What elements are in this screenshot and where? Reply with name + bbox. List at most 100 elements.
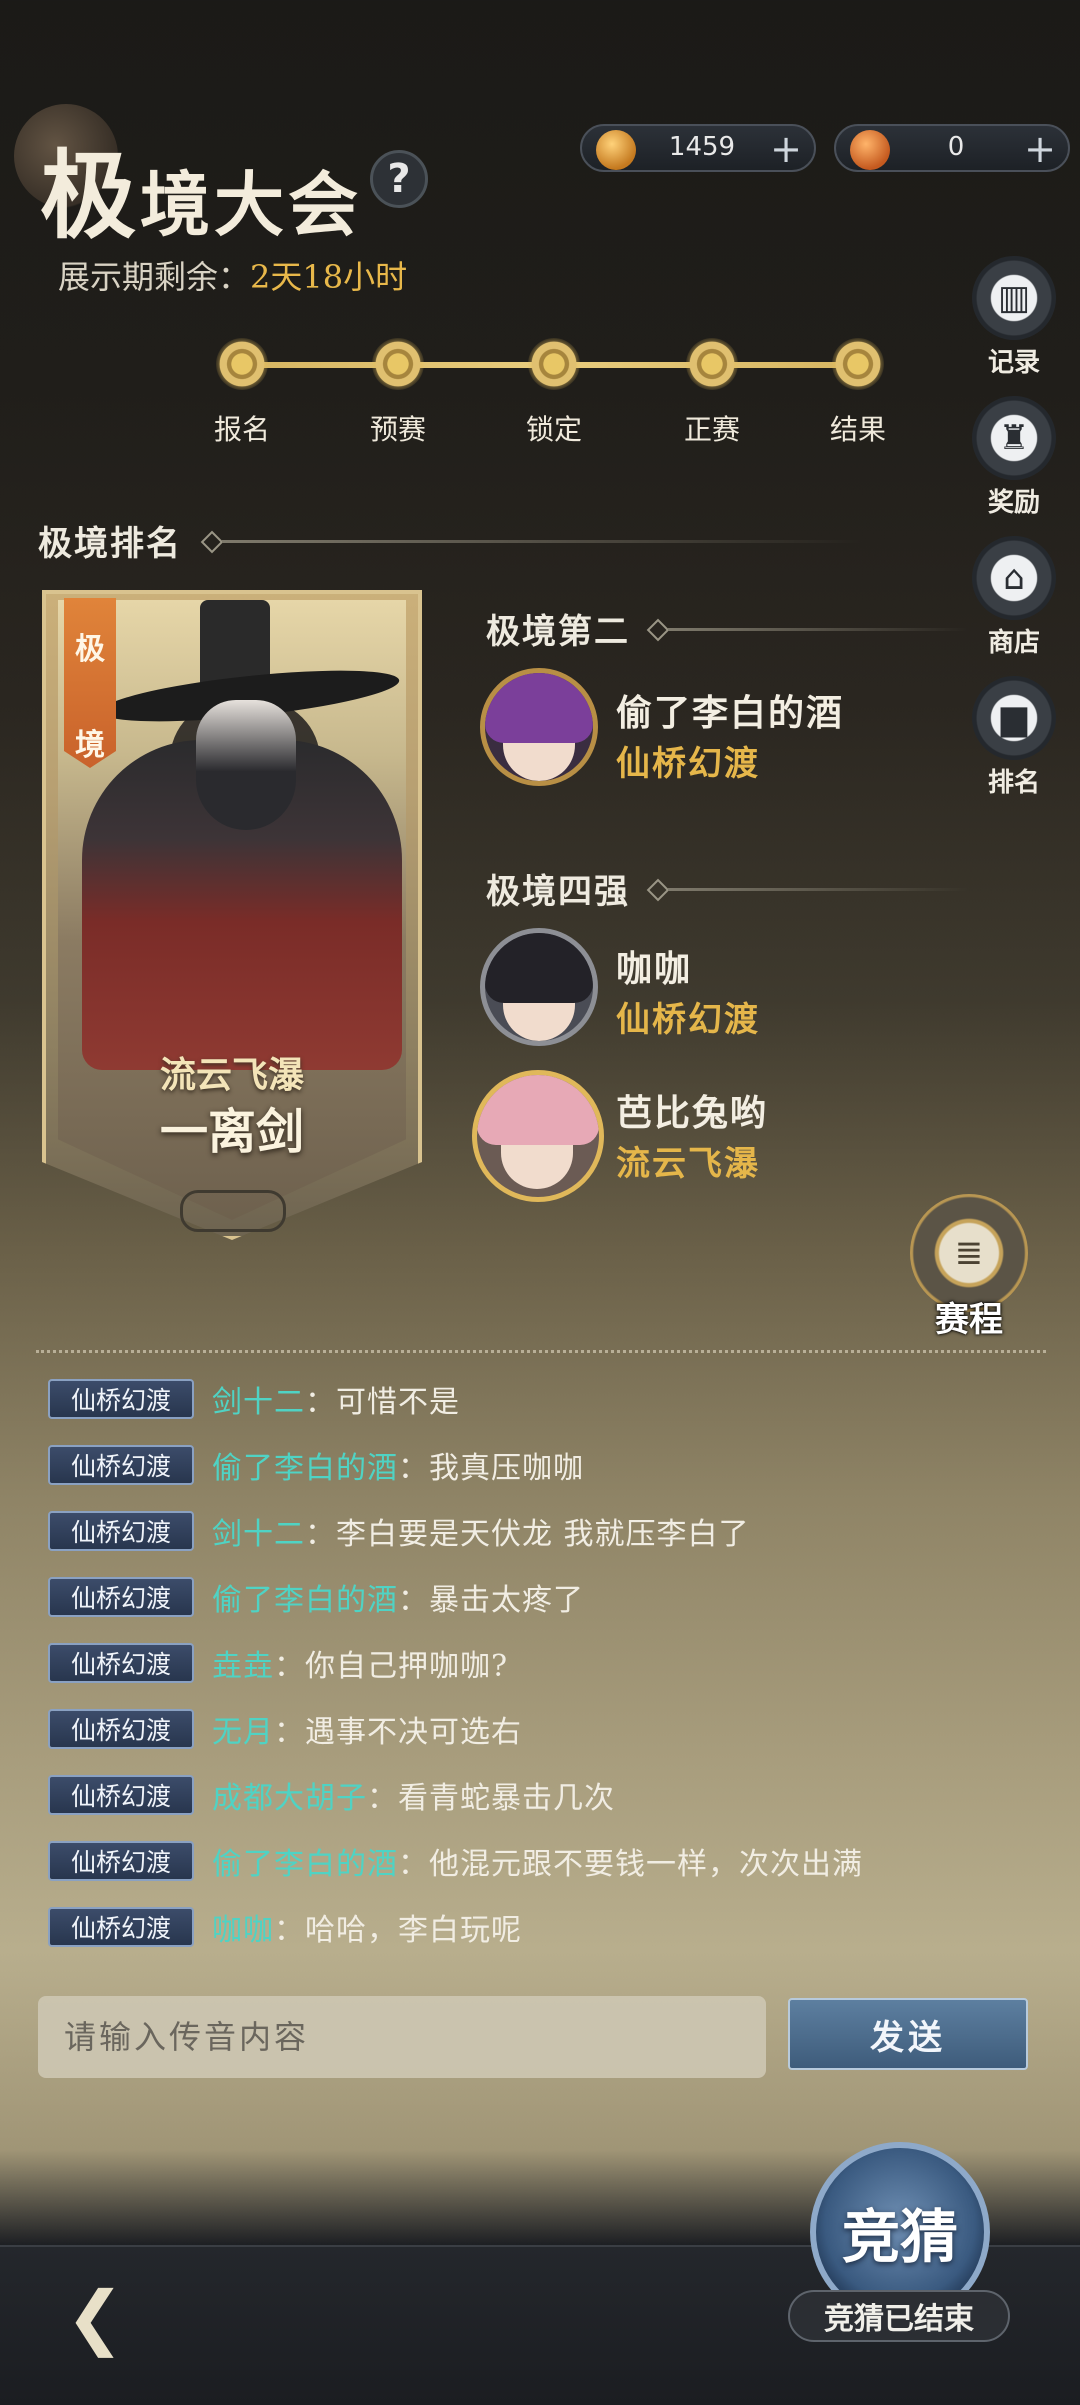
chat-message: 仙桥幻渡 偷了李白的酒：我真压咖咖 (48, 1444, 584, 1486)
champion-server: 流云飞瀑 (159, 1054, 304, 1096)
champion-portrait-face (196, 700, 296, 830)
help-button[interactable]: ? (370, 150, 428, 208)
server-tag: 仙桥幻渡 (48, 1775, 194, 1815)
chat-message: 仙桥幻渡 剑十二：可惜不是 (48, 1378, 460, 1420)
rewards-label: 奖励 (987, 488, 1040, 518)
ranking-label: 排名 (987, 768, 1040, 798)
records-button[interactable]: ▥ (972, 256, 1056, 340)
add-currency-1-button[interactable]: + (770, 126, 802, 172)
chat-sender[interactable]: 剑十二 (212, 1517, 305, 1552)
server-tag: 仙桥幻渡 (48, 1841, 194, 1881)
avatar-hair (485, 673, 593, 743)
rewards-button[interactable]: ♜ (972, 396, 1056, 480)
server-tag: 仙桥幻渡 (48, 1907, 194, 1947)
chat-sender[interactable]: 咖咖 (212, 1913, 274, 1948)
chat-sender[interactable]: 无月 (212, 1715, 274, 1750)
avatar-hair (485, 933, 593, 1003)
stage-label-main: 正赛 (683, 413, 740, 446)
flame-token-icon (850, 130, 890, 170)
add-currency-2-button[interactable]: + (1024, 126, 1056, 172)
chat-text: 可惜不是 (336, 1385, 460, 1420)
money-bag-icon: ♜ (998, 418, 1030, 458)
stage-dot-signup (216, 338, 268, 390)
server-tag: 仙桥幻渡 (48, 1445, 194, 1485)
shop-label: 商店 (987, 628, 1040, 658)
chat-sender[interactable]: 偷了李白的酒 (212, 1847, 398, 1882)
chat-sender[interactable]: 垚垚 (212, 1649, 274, 1684)
guess-status-badge: 竞猜已结束 (788, 2290, 1010, 2342)
second-player-name: 偷了李白的酒 (616, 692, 845, 734)
player-avatar-second[interactable] (480, 668, 598, 786)
send-button[interactable]: 发送 (788, 1998, 1028, 2070)
currency-value-2: 0 (947, 132, 965, 162)
second-place-title: 极境第二 (486, 612, 630, 652)
server-tag: 仙桥幻渡 (48, 1577, 194, 1617)
player-avatar-top4-1[interactable] (480, 928, 598, 1046)
back-button[interactable]: ❮ (40, 2262, 150, 2372)
second-player-server: 仙桥幻渡 (616, 744, 760, 784)
stage-dot-main (686, 338, 738, 390)
chat-sender[interactable]: 偷了李白的酒 (212, 1583, 398, 1618)
stage-dot-lock (528, 338, 580, 390)
records-label: 记录 (987, 348, 1040, 378)
chat-text: 暴击太疼了 (429, 1583, 584, 1618)
chat-message: 仙桥幻渡 垚垚：你自己押咖咖? (48, 1642, 508, 1684)
chat-text: 他混元跟不要钱一样，次次出满 (429, 1847, 863, 1882)
rank-first-tag: 极境第一 (64, 598, 116, 768)
stage-label-lock: 锁定 (525, 413, 582, 446)
top4-divider (668, 888, 968, 891)
stage-label-prelim: 预赛 (369, 413, 426, 446)
heading-diamond-ornament (200, 530, 224, 554)
server-tag: 仙桥幻渡 (48, 1511, 194, 1551)
currency-value-1: 1459 (668, 132, 736, 162)
chat-text: 李白要是天伏龙 我就压李白了 (336, 1517, 750, 1552)
chat-message: 仙桥幻渡 无月：遇事不决可选右 (48, 1708, 522, 1750)
stage-dot-result (832, 338, 884, 390)
page-title: 极境大会 (40, 139, 362, 252)
heading-divider (222, 540, 862, 543)
server-tag: 仙桥幻渡 (48, 1709, 194, 1749)
currency-bar-2: 0 + (834, 124, 1070, 172)
chat-input[interactable] (38, 1996, 766, 2078)
card-bottom-ornament (180, 1190, 286, 1232)
avatar-hair (477, 1075, 599, 1145)
top4-player-1-name: 咖咖 (616, 948, 693, 990)
champion-name: 一离剑 (159, 1104, 304, 1160)
chat-text: 我真压咖咖 (429, 1451, 584, 1486)
back-arrow-icon: ❮ (65, 2276, 125, 2358)
second-divider (668, 628, 968, 631)
chat-message: 仙桥幻渡 剑十二：李白要是天伏龙 我就压李白了 (48, 1510, 750, 1552)
chat-sender[interactable]: 成都大胡子 (212, 1781, 367, 1816)
fire-coin-icon (596, 130, 636, 170)
schedule-label: 赛程 (935, 1300, 1003, 1340)
shop-button[interactable]: ⌂ (972, 536, 1056, 620)
schedule-list-icon: ≣ (954, 1233, 984, 1273)
chat-message: 仙桥幻渡 偷了李白的酒：暴击太疼了 (48, 1576, 584, 1618)
top4-diamond-ornament (646, 878, 670, 902)
stage-label-result: 结果 (829, 413, 886, 446)
ranking-section-title: 极境排名 (38, 524, 182, 564)
server-tag: 仙桥幻渡 (48, 1379, 194, 1419)
countdown-display: 展示期剩余：2天18小时 (58, 252, 407, 298)
chat-text: 看青蛇暴击几次 (398, 1781, 615, 1816)
ranking-button[interactable]: ▆ (972, 676, 1056, 760)
top4-player-2-server: 流云飞瀑 (616, 1144, 760, 1184)
top4-title: 极境四强 (486, 872, 630, 912)
player-avatar-top4-2[interactable] (472, 1070, 604, 1202)
ranking-podium-icon: ▆ (1000, 698, 1028, 738)
chat-text: 遇事不决可选右 (305, 1715, 522, 1750)
chat-message: 仙桥幻渡 成都大胡子：看青蛇暴击几次 (48, 1774, 615, 1816)
chat-sender[interactable]: 剑十二 (212, 1385, 305, 1420)
second-diamond-ornament (646, 618, 670, 642)
chat-message: 仙桥幻渡 偷了李白的酒：他混元跟不要钱一样，次次出满 (48, 1840, 863, 1882)
server-tag: 仙桥幻渡 (48, 1643, 194, 1683)
chat-text: 你自己押咖咖? (305, 1649, 509, 1684)
stage-label-signup: 报名 (213, 413, 270, 446)
scroll-icon: ▥ (997, 278, 1031, 318)
countdown-label: 展示期剩余： (58, 258, 251, 296)
top4-player-2-name: 芭比兔哟 (616, 1092, 769, 1134)
top4-player-1-server: 仙桥幻渡 (616, 1000, 760, 1040)
currency-bar-1: 1459 + (580, 124, 816, 172)
chat-divider (36, 1350, 1046, 1353)
chat-sender[interactable]: 偷了李白的酒 (212, 1451, 398, 1486)
